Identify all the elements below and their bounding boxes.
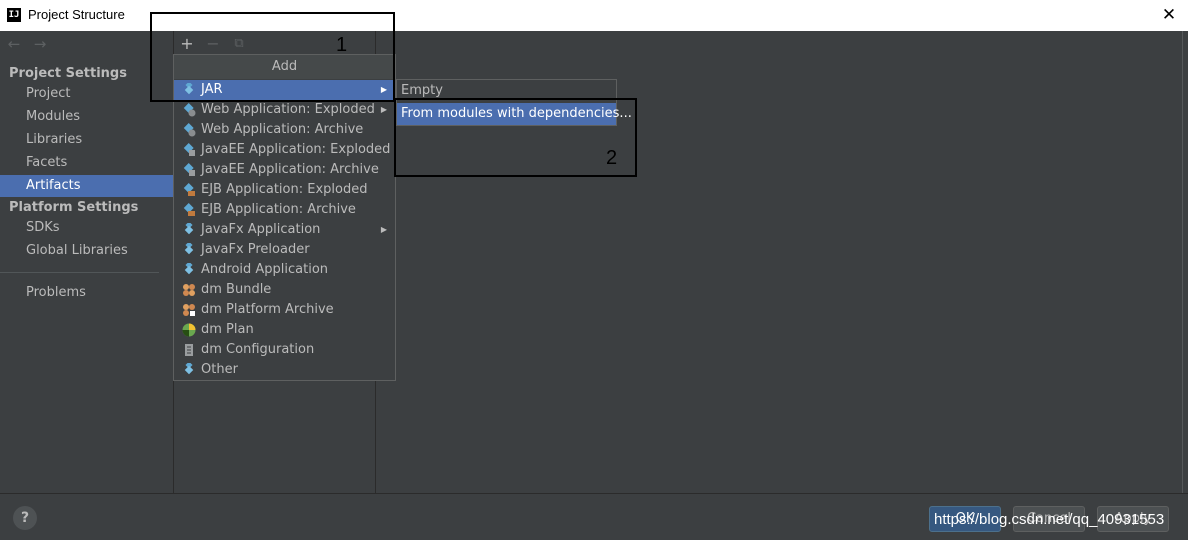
dialog-footer: ? OK Cancel Apply https://blog.csdn.net/… [0, 493, 1188, 540]
project-settings-header: Project Settings [9, 66, 127, 81]
menu-item-label: JavaEE Application: Exploded [201, 142, 391, 157]
annotation-box-2 [394, 98, 637, 177]
web-artifact-icon [183, 123, 196, 137]
menu-item-web-application-exploded[interactable]: Web Application: Exploded ▶ [174, 100, 395, 120]
menu-item-label: dm Platform Archive [201, 302, 334, 317]
menu-item-label: JavaEE Application: Archive [201, 162, 379, 177]
menu-item-ejb-application-exploded[interactable]: EJB Application: Exploded [174, 180, 395, 200]
menu-item-dm-plan[interactable]: dm Plan [174, 320, 395, 340]
artifact-diamond-icon [184, 263, 194, 275]
watermark-text: https://blog.csdn.net/qq_40931553 [934, 511, 1165, 528]
menu-item-dm-platform-archive[interactable]: dm Platform Archive [174, 300, 395, 320]
menu-item-javafx-application[interactable]: JavaFx Application ▶ [174, 220, 395, 240]
artifact-diamond-icon [184, 363, 194, 375]
menu-item-label: dm Plan [201, 322, 254, 337]
annotation-number-2: 2 [606, 147, 618, 169]
sidebar-item-artifacts[interactable]: Artifacts [0, 175, 173, 197]
submenu-arrow-icon: ▶ [380, 225, 387, 234]
scrollbar[interactable] [1182, 31, 1188, 493]
forward-arrow-icon[interactable]: → [31, 35, 49, 53]
sidebar-item-problems[interactable]: Problems [0, 282, 173, 304]
close-window-button[interactable]: ✕ [1160, 4, 1178, 26]
web-artifact-icon [183, 103, 196, 117]
menu-item-other[interactable]: Other [174, 360, 395, 380]
add-artifact-menu: Add JAR ▶ Web Application: Exploded ▶ We… [173, 54, 396, 381]
menu-item-dm-bundle[interactable]: dm Bundle [174, 280, 395, 300]
help-button[interactable]: ? [13, 506, 37, 530]
javaee-artifact-icon [183, 143, 195, 156]
ejb-artifact-icon [183, 203, 195, 216]
sidebar-item-modules[interactable]: Modules [0, 106, 173, 128]
sidebar-item-project[interactable]: Project [0, 83, 173, 105]
dm-platform-icon [183, 304, 195, 316]
sidebar-item-facets[interactable]: Facets [0, 152, 173, 174]
menu-item-web-application-archive[interactable]: Web Application: Archive [174, 120, 395, 140]
ejb-artifact-icon [183, 183, 195, 196]
submenu-arrow-icon: ▶ [380, 105, 387, 114]
back-arrow-icon[interactable]: ← [5, 35, 23, 53]
artifact-diamond-icon [184, 223, 194, 235]
annotation-box-1 [150, 12, 395, 102]
menu-item-dm-configuration[interactable]: dm Configuration [174, 340, 395, 360]
menu-item-label: Other [201, 362, 238, 377]
menu-item-javaee-application-archive[interactable]: JavaEE Application: Archive [174, 160, 395, 180]
dm-plan-icon [182, 323, 196, 337]
sidebar-item-sdks[interactable]: SDKs [0, 217, 173, 239]
sidebar-item-global-libraries[interactable]: Global Libraries [0, 240, 173, 262]
platform-settings-header: Platform Settings [9, 200, 139, 215]
artifact-diamond-icon [184, 243, 194, 255]
annotation-number-1: 1 [336, 34, 348, 56]
menu-item-label: dm Bundle [201, 282, 272, 297]
menu-item-label: JavaFx Application [201, 222, 321, 237]
intellij-app-icon: IJ [7, 8, 21, 22]
menu-item-ejb-application-archive[interactable]: EJB Application: Archive [174, 200, 395, 220]
sidebar-item-libraries[interactable]: Libraries [0, 129, 173, 151]
sidebar-divider [0, 272, 159, 273]
menu-item-label: Web Application: Exploded [201, 102, 375, 117]
menu-item-label: dm Configuration [201, 342, 315, 357]
menu-item-label: Web Application: Archive [201, 122, 364, 137]
menu-item-label: JavaFx Preloader [201, 242, 310, 257]
menu-item-javaee-application-exploded[interactable]: JavaEE Application: Exploded [174, 140, 395, 160]
window-title: Project Structure [28, 7, 125, 22]
dm-config-icon [185, 344, 193, 356]
dm-bundle-icon [183, 284, 195, 296]
javaee-artifact-icon [183, 163, 195, 176]
menu-item-label: Android Application [201, 262, 329, 277]
menu-item-label: EJB Application: Archive [201, 202, 356, 217]
settings-sidebar: ← → Project Settings Project Modules Lib… [0, 31, 173, 493]
menu-item-javafx-preloader[interactable]: JavaFx Preloader [174, 240, 395, 260]
menu-item-label: EJB Application: Exploded [201, 182, 368, 197]
menu-item-android-application[interactable]: Android Application [174, 260, 395, 280]
